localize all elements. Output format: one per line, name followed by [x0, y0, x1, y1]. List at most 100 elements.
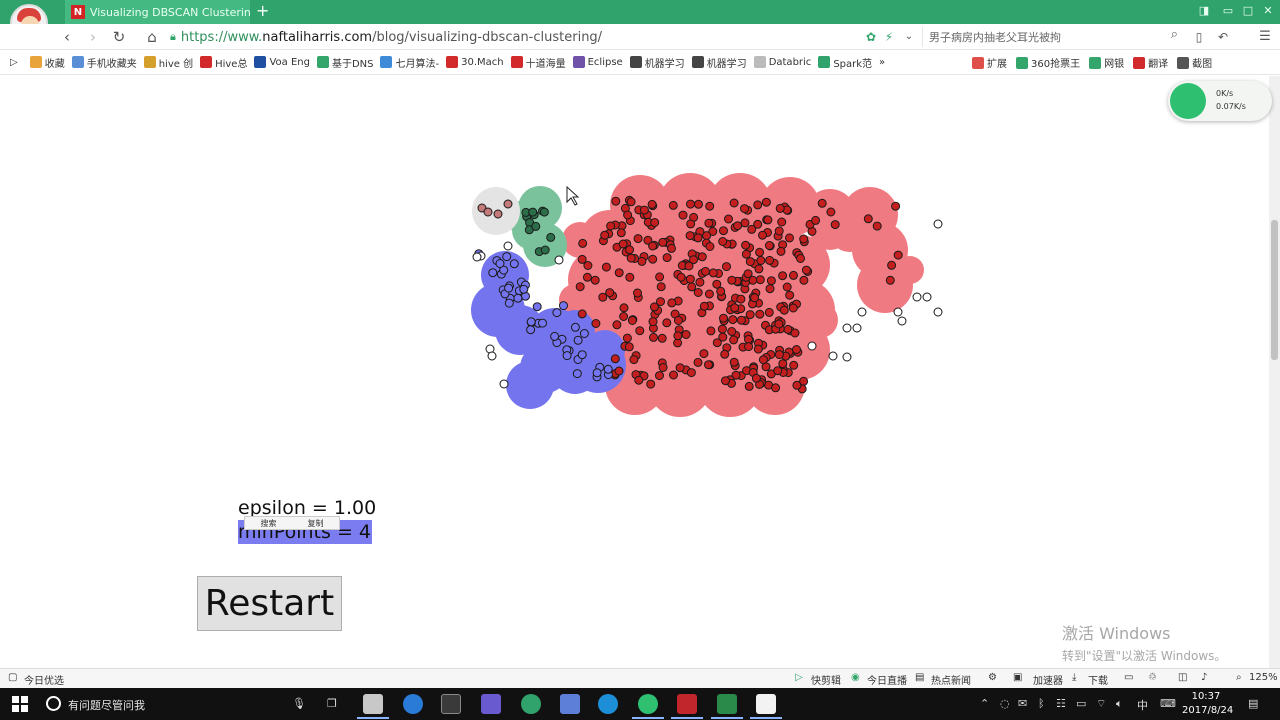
audio-icon[interactable]: ♪	[1201, 672, 1207, 683]
tray-volume-icon[interactable]: 🔈︎	[1116, 697, 1123, 711]
bookmark-item-14[interactable]: »	[879, 50, 885, 75]
bookmark-item-13[interactable]: Spark范	[818, 50, 872, 75]
restart-button[interactable]: Restart	[197, 576, 342, 631]
bookmark-item-11[interactable]: 机器学习	[691, 50, 747, 75]
noise-point	[554, 255, 564, 265]
lightning-icon[interactable]: ⚡	[880, 28, 898, 46]
bookmark-item-8[interactable]: 十道海量	[510, 50, 566, 75]
task-view-icon[interactable]: ❐	[327, 697, 337, 710]
bookmark-item-10[interactable]: 机器学习	[629, 50, 685, 75]
today-picks-link[interactable]: 今日优选	[24, 672, 64, 687]
search-icon[interactable]: ⌕	[1171, 27, 1178, 42]
browser-360-icon[interactable]	[521, 694, 541, 714]
windows-start-icon[interactable]	[12, 696, 28, 712]
red-cluster-point	[724, 214, 733, 224]
red-cluster-point	[687, 282, 697, 292]
bookmark-right-item-1[interactable]: 360抢票王	[1016, 50, 1080, 75]
red-cluster-point	[622, 333, 632, 343]
bookmark-item-1[interactable]: 手机收藏夹	[71, 50, 137, 75]
status-link-clip[interactable]: 快剪辑	[811, 672, 841, 687]
microphone-icon[interactable]: 🎙︎	[292, 697, 306, 710]
sidebar-toggle-icon[interactable]: ▷	[10, 50, 18, 75]
tray-keyboard-icon[interactable]: ⌨	[1160, 697, 1176, 710]
bookmark-item-0[interactable]: 收藏	[29, 50, 65, 75]
device-icon[interactable]: ▯	[1190, 28, 1208, 46]
status-link-live[interactable]: 今日直播	[867, 672, 907, 687]
accelerator-link[interactable]: 加速器	[1033, 672, 1063, 687]
close-window-button[interactable]: ✕	[1260, 3, 1276, 19]
download-link[interactable]: 下载	[1088, 672, 1108, 687]
bookmark-item-2[interactable]: hive 创	[143, 50, 193, 75]
settings-icon[interactable]: ⚙	[988, 672, 997, 683]
powerpoint-icon[interactable]	[677, 694, 697, 714]
extension-icon[interactable]: ✿	[862, 28, 880, 46]
cortana-icon[interactable]	[46, 696, 61, 711]
back-button[interactable]: ‹	[58, 28, 76, 46]
app-shield-icon[interactable]	[481, 694, 501, 714]
undo-icon[interactable]: ↶	[1214, 28, 1232, 46]
red-cluster-point	[662, 318, 672, 328]
menu-icon[interactable]: ☰	[1256, 28, 1274, 46]
home-button[interactable]: ⌂	[143, 28, 161, 46]
bookmark-item-12[interactable]: Databric	[753, 50, 811, 75]
bookmark-right-item-3[interactable]: 翻译	[1133, 50, 1168, 75]
bookmark-right-item-2[interactable]: 网银	[1089, 50, 1124, 75]
popup-search-button[interactable]: 搜索	[261, 518, 277, 529]
maximize-button[interactable]: □	[1240, 3, 1256, 19]
cleanup-icon[interactable]: ♲	[1148, 672, 1157, 683]
bookmark-label: 翻译	[1148, 59, 1169, 70]
window-icon[interactable]: ◫	[1178, 672, 1187, 683]
page-scrollbar[interactable]	[1269, 76, 1280, 668]
selection-popup: 搜索 复制	[244, 516, 340, 530]
red-cluster-point	[667, 243, 676, 253]
dbscan-canvas[interactable]	[0, 76, 1270, 668]
red-cluster-point	[799, 275, 809, 285]
tray-network-icon[interactable]: ☷	[1056, 697, 1066, 710]
excel-icon[interactable]	[717, 694, 737, 714]
blue-cluster-point	[532, 302, 542, 312]
tray-wifi-icon[interactable]: ⌔	[1096, 697, 1106, 711]
bookmark-item-7[interactable]: 30.Mach	[446, 50, 504, 75]
forward-button[interactable]: ›	[84, 28, 102, 46]
bookmark-right-item-0[interactable]: 扩展	[972, 50, 1007, 75]
status-link-news[interactable]: 热点新闻	[931, 672, 971, 687]
tray-app-icon[interactable]: ◌	[1000, 697, 1010, 710]
popup-copy-button[interactable]: 复制	[308, 518, 324, 529]
zoom-level[interactable]: 125%	[1249, 672, 1278, 683]
bookmark-item-6[interactable]: 七月算法-	[380, 50, 439, 75]
bookmark-item-4[interactable]: Voa Eng	[254, 50, 310, 75]
browser-green-icon[interactable]	[638, 694, 658, 714]
ime-indicator[interactable]: 中	[1137, 697, 1148, 713]
search-input[interactable]: 男子病房内抽老父耳光被拘 ⌕	[922, 27, 1182, 47]
app-window-icon[interactable]	[756, 694, 776, 714]
notifications-icon[interactable]: ▤	[1248, 697, 1258, 710]
url-field[interactable]: 🔒︎ https://www.naftaliharris.com/blog/vi…	[170, 27, 915, 47]
edge-browser-icon[interactable]	[403, 694, 423, 714]
network-speed-widget[interactable]: 0K/s 0.07K/s	[1168, 81, 1272, 121]
refresh-button[interactable]: ↻	[110, 28, 128, 46]
tray-chevron-icon[interactable]: ⌃	[980, 697, 989, 710]
bookmark-item-3[interactable]: Hive总	[200, 50, 247, 75]
bookmark-favicon-icon	[29, 56, 42, 68]
screen-icon[interactable]: ▭	[1124, 672, 1133, 683]
bookmark-item-5[interactable]: 基于DNS	[316, 50, 373, 75]
new-tab-button[interactable]: +	[256, 2, 270, 20]
chevron-down-icon[interactable]: ⌄	[900, 28, 918, 46]
tray-bluetooth-icon[interactable]: ᛒ	[1038, 697, 1045, 710]
skin-icon[interactable]: ◨	[1196, 3, 1212, 19]
minimize-button[interactable]: ▭	[1220, 3, 1236, 19]
taskbar-search[interactable]: 有问题尽管问我	[68, 697, 145, 713]
chrome-icon[interactable]	[598, 694, 618, 714]
scrollbar-thumb[interactable]	[1271, 220, 1278, 360]
bookmark-item-9[interactable]: Eclipse	[572, 50, 623, 75]
red-cluster-point	[706, 326, 716, 336]
tray-battery-icon[interactable]: ▭	[1076, 697, 1086, 710]
store-icon[interactable]	[441, 694, 461, 714]
taskbar-clock[interactable]: 10:37 2017/8/24	[1182, 690, 1233, 718]
file-explorer-icon[interactable]	[363, 694, 383, 714]
tab-dbscan[interactable]: N Visualizing DBSCAN Clusterin	[65, 0, 250, 24]
bookmark-right-item-4[interactable]: 截图	[1177, 50, 1212, 75]
tray-mail-icon[interactable]: ✉	[1018, 697, 1027, 710]
app-note-icon[interactable]	[560, 694, 580, 714]
address-bar: ‹ › ↻ ⌂ 🔒︎ https://www.naftaliharris.com…	[0, 24, 1280, 50]
